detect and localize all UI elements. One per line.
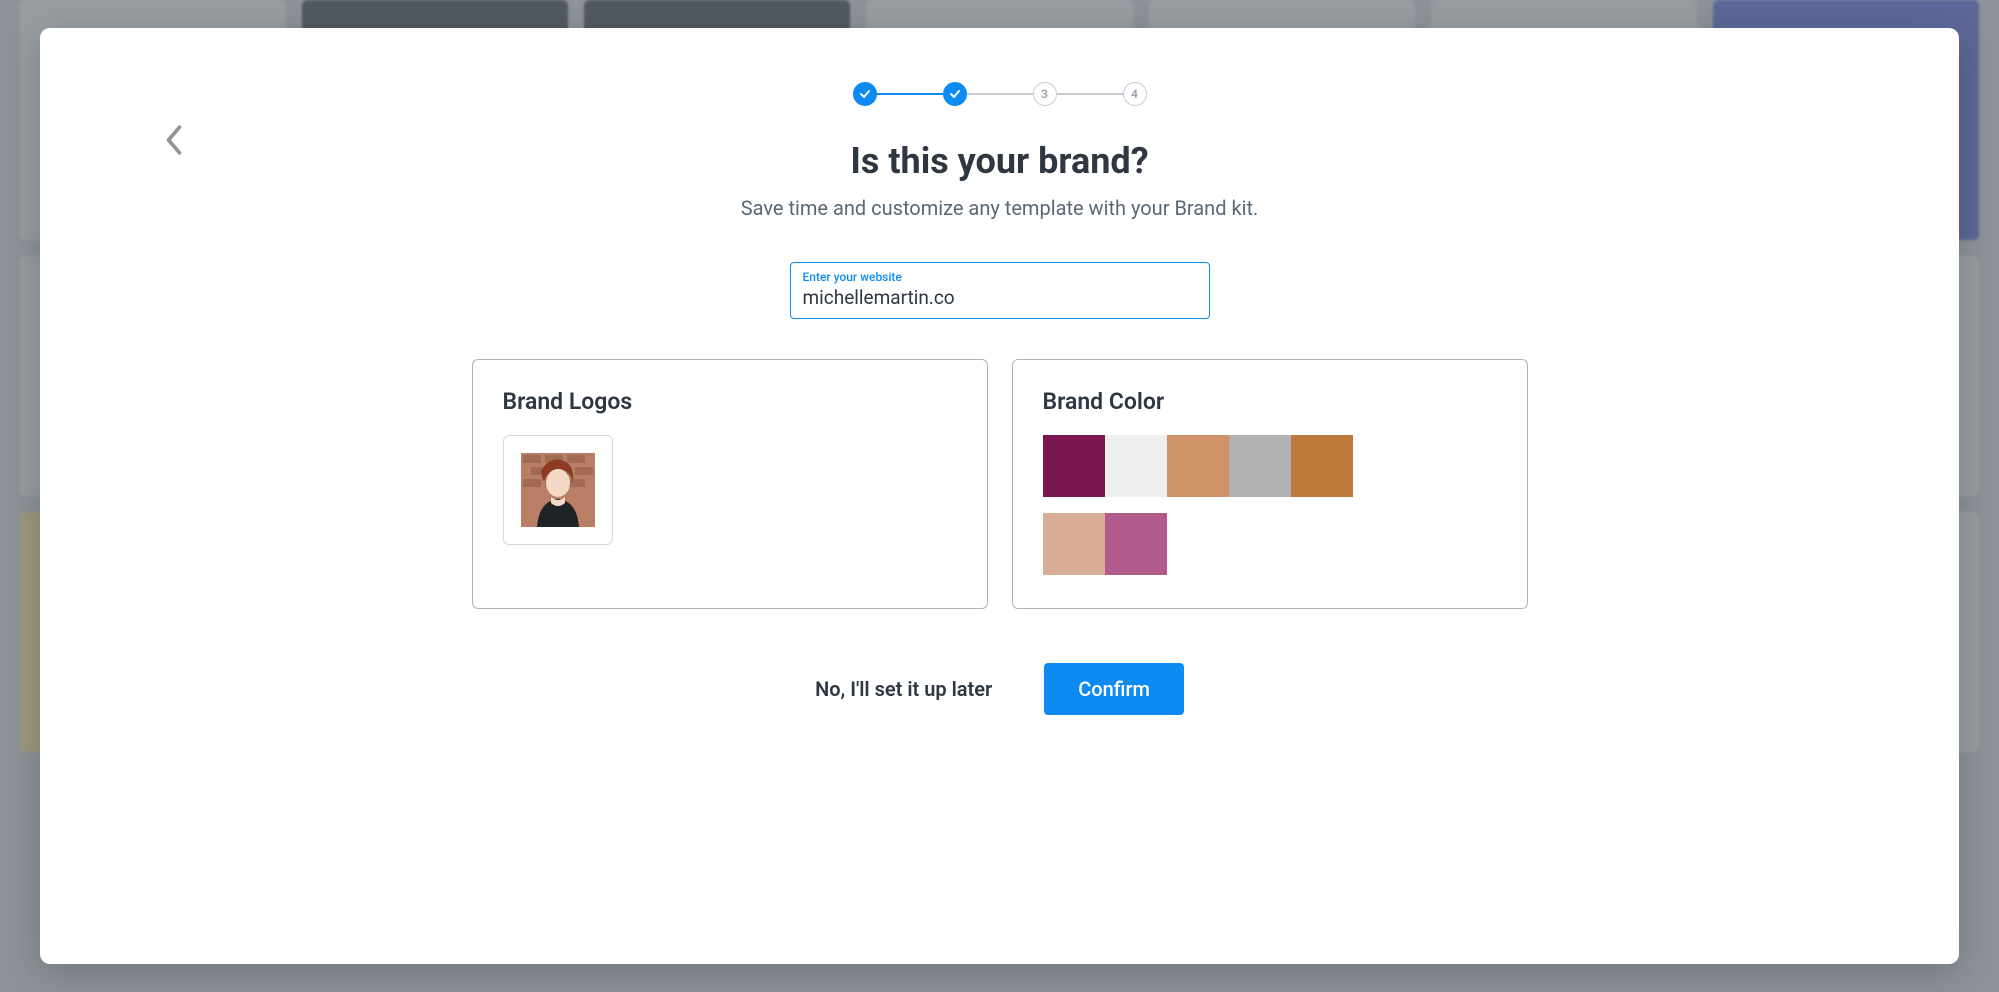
wizard-stepper: 3 4 <box>104 82 1895 106</box>
color-swatch[interactable] <box>1229 435 1291 497</box>
website-input[interactable] <box>803 286 1197 309</box>
brand-kit-modal: 3 4 Is this your brand? Save time and cu… <box>40 28 1959 964</box>
swatch-row-1 <box>1043 513 1167 575</box>
check-icon <box>859 88 871 100</box>
brand-color-title: Brand Color <box>1043 388 1497 415</box>
confirm-button[interactable]: Confirm <box>1044 663 1184 715</box>
chevron-left-icon <box>163 123 185 157</box>
brand-panels: Brand Logos Brand Color <box>104 359 1895 609</box>
skip-button[interactable]: No, I'll set it up later <box>815 677 992 701</box>
step-1 <box>853 82 877 106</box>
step-label: 4 <box>1131 87 1138 101</box>
back-button[interactable] <box>150 116 198 164</box>
website-field-label: Enter your website <box>803 270 1197 284</box>
swatch-rows <box>1043 435 1497 575</box>
step-4: 4 <box>1123 82 1147 106</box>
swatch-row-0 <box>1043 435 1353 497</box>
step-label: 3 <box>1041 87 1048 101</box>
step-2 <box>943 82 967 106</box>
color-swatch[interactable] <box>1043 513 1105 575</box>
modal-title: Is this your brand? <box>104 140 1895 182</box>
color-swatch[interactable] <box>1105 513 1167 575</box>
step-connector-3 <box>1057 93 1123 95</box>
check-icon <box>949 88 961 100</box>
color-swatch[interactable] <box>1291 435 1353 497</box>
modal-subtitle: Save time and customize any template wit… <box>104 196 1895 220</box>
step-connector-1 <box>877 93 943 95</box>
website-field-wrap[interactable]: Enter your website <box>790 262 1210 319</box>
step-connector-2 <box>967 93 1033 95</box>
brand-color-panel: Brand Color <box>1012 359 1528 609</box>
brand-logos-panel: Brand Logos <box>472 359 988 609</box>
step-3: 3 <box>1033 82 1057 106</box>
color-swatch[interactable] <box>1043 435 1105 497</box>
color-swatch[interactable] <box>1167 435 1229 497</box>
modal-footer: No, I'll set it up later Confirm <box>104 663 1895 715</box>
brand-logo-thumb[interactable] <box>503 435 613 545</box>
logo-image <box>521 453 595 527</box>
brand-logos-title: Brand Logos <box>503 388 957 415</box>
color-swatch[interactable] <box>1105 435 1167 497</box>
